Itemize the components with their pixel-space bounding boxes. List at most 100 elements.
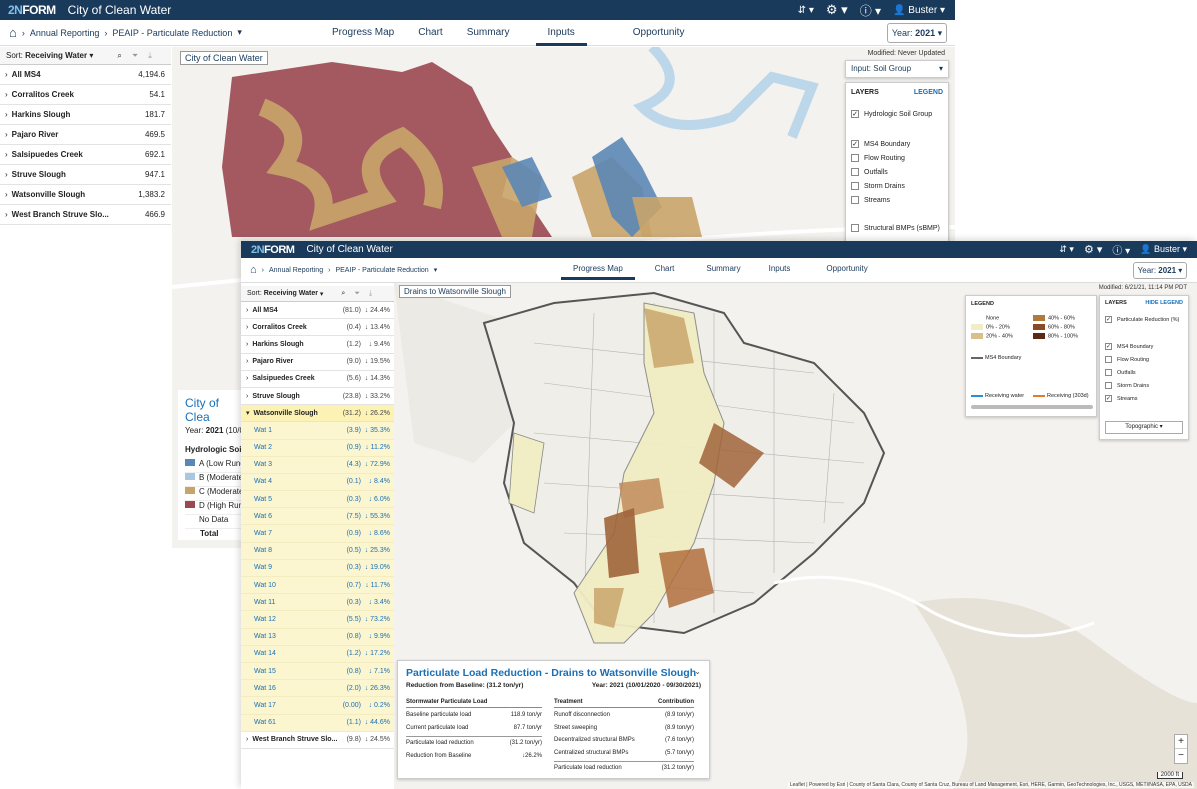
list-item[interactable]: ▾ Watsonville Slough (31.2) ↓ 26.2% <box>241 405 394 423</box>
gear-icon[interactable]: ⚙ ▾ <box>826 2 848 18</box>
zoom-in-button[interactable]: + <box>1175 735 1187 749</box>
sort-icon[interactable]: ⇵ ▾ <box>798 5 814 16</box>
layer-toggle[interactable]: ✓ Streams <box>1105 395 1183 402</box>
basemap-select[interactable]: Topographic ▾ <box>1105 421 1183 434</box>
list-item[interactable]: Wat 2 (0.9) ↓ 11.2% <box>241 439 394 457</box>
breadcrumb-peaip[interactable]: PEAIP - Particulate Reduction <box>335 267 428 274</box>
input-select-panel[interactable]: Input: Soil Group ▾ <box>845 60 949 78</box>
legend-scrollbar[interactable] <box>971 405 1093 409</box>
checkbox[interactable] <box>851 154 859 162</box>
layer-toggle[interactable]: Outfalls <box>851 168 943 176</box>
layer-toggle[interactable]: ✓ Hydrologic Soil Group <box>851 110 943 118</box>
tab-chart[interactable]: Chart <box>643 264 687 280</box>
list-item[interactable]: › Watsonville Slough 1,383.2 <box>0 185 171 205</box>
layer-toggle[interactable]: ✓ MS4 Boundary <box>851 140 943 148</box>
tab-summary[interactable]: Summary <box>455 27 522 46</box>
list-item[interactable]: › Struve Slough (23.8) ↓ 33.2% <box>241 388 394 406</box>
tab-inputs[interactable]: Inputs <box>757 264 803 280</box>
home-icon[interactable]: ⌂ <box>250 264 257 276</box>
checkbox[interactable]: ✓ <box>1105 395 1112 402</box>
tab-opportunity[interactable]: Opportunity <box>621 27 697 46</box>
chevron-down-icon[interactable]: ⌄ <box>694 667 701 676</box>
list-item[interactable]: Wat 9 (0.3) ↓ 19.0% <box>241 559 394 577</box>
list-item[interactable]: › West Branch Struve Slo... (9.8) ↓ 24.5% <box>241 732 394 749</box>
filter-icon[interactable]: ⏷ <box>354 290 360 298</box>
tab-inputs[interactable]: Inputs <box>535 27 587 46</box>
checkbox[interactable] <box>851 182 859 190</box>
checkbox[interactable]: ✓ <box>851 140 859 148</box>
checkbox[interactable]: ✓ <box>1105 343 1112 350</box>
sort-select[interactable]: Receiving Water <box>25 51 87 60</box>
list-item[interactable]: Wat 11 (0.3) ↓ 3.4% <box>241 594 394 612</box>
list-item[interactable]: Wat 3 (4.3) ↓ 72.9% <box>241 456 394 474</box>
help-icon[interactable]: ⓘ ▾ <box>1112 242 1130 257</box>
filter-icon[interactable]: ⏷ <box>132 51 138 61</box>
download-icon[interactable]: ⤓ <box>369 290 372 298</box>
list-item[interactable]: › Corralitos Creek 54.1 <box>0 85 171 105</box>
list-item[interactable]: › All MS4 (81.0) ↓ 24.4% <box>241 302 394 320</box>
layer-toggle[interactable]: Structural BMPs (sBMP) <box>851 224 943 232</box>
list-item[interactable]: › Struve Slough 947.1 <box>0 165 171 185</box>
search-icon[interactable]: ⌕ <box>341 290 345 298</box>
list-item[interactable]: Wat 15 (0.8) ↓ 7.1% <box>241 662 394 681</box>
checkbox[interactable] <box>851 168 859 176</box>
checkbox[interactable] <box>1105 369 1112 376</box>
list-item[interactable]: › All MS4 4,194.6 <box>0 65 171 85</box>
checkbox[interactable] <box>1105 356 1112 363</box>
list-item[interactable]: › Corralitos Creek (0.4) ↓ 13.4% <box>241 319 394 337</box>
help-icon[interactable]: ⓘ ▾ <box>860 2 881 19</box>
list-item[interactable]: Wat 7 (0.9) ↓ 8.6% <box>241 525 394 543</box>
list-item[interactable]: Wat 10 (0.7) ↓ 11.7% <box>241 577 394 595</box>
download-icon[interactable]: ⤓ <box>148 51 152 61</box>
list-item[interactable]: › Pajaro River (9.0) ↓ 19.5% <box>241 354 394 371</box>
list-item[interactable]: Wat 6 (7.5) ↓ 55.3% <box>241 508 394 526</box>
layer-toggle[interactable]: Storm Drains <box>1105 382 1183 389</box>
list-item[interactable]: Wat 8 (0.5) ↓ 25.3% <box>241 542 394 560</box>
list-item[interactable]: Wat 14 (1.2) ↓ 17.2% <box>241 645 394 663</box>
layer-toggle[interactable]: ✓ MS4 Boundary <box>1105 343 1183 350</box>
list-item[interactable]: Wat 1 (3.9) ↓ 35.3% <box>241 422 394 440</box>
app-logo[interactable]: 2NFORM <box>8 3 56 17</box>
home-icon[interactable]: ⌂ <box>9 25 17 40</box>
tab-opportunity[interactable]: Opportunity <box>814 264 879 280</box>
year-select[interactable]: Year: 2021 ▾ <box>887 23 947 43</box>
list-item[interactable]: Wat 16 (2.0) ↓ 26.3% <box>241 680 394 698</box>
layer-toggle[interactable]: Flow Routing <box>1105 356 1183 363</box>
list-item[interactable]: Wat 13 (0.8) ↓ 9.9% <box>241 628 394 646</box>
checkbox[interactable] <box>1105 382 1112 389</box>
list-item[interactable]: Wat 61 (1.1) ↓ 44.6% <box>241 714 394 732</box>
breadcrumb-annual-reporting[interactable]: Annual Reporting <box>269 267 323 274</box>
list-item[interactable]: › Harkins Slough 181.7 <box>0 105 171 125</box>
gear-icon[interactable]: ⚙ ▾ <box>1084 243 1102 256</box>
list-item[interactable]: › Pajaro River 469.5 <box>0 125 171 145</box>
app-logo[interactable]: 2NFORM <box>251 244 295 256</box>
legend-link[interactable]: LEGEND <box>914 89 943 96</box>
layer-toggle[interactable]: Outfalls <box>1105 369 1183 376</box>
checkbox[interactable]: ✓ <box>851 110 859 118</box>
list-item[interactable]: Wat 12 (5.5) ↓ 73.2% <box>241 611 394 629</box>
tab-progress-map[interactable]: Progress Map <box>561 264 635 280</box>
checkbox[interactable]: ✓ <box>1105 316 1112 323</box>
layer-toggle[interactable]: Flow Routing <box>851 154 943 162</box>
tab-summary[interactable]: Summary <box>694 264 752 280</box>
hide-legend-link[interactable]: HIDE LEGEND <box>1145 300 1183 306</box>
layer-toggle[interactable]: ✓ Particulate Reduction (%) <box>1105 316 1183 323</box>
breadcrumb-peaip[interactable]: PEAIP - Particulate Reduction <box>112 28 232 38</box>
layer-toggle[interactable]: Storm Drains <box>851 182 943 190</box>
breadcrumb-annual-reporting[interactable]: Annual Reporting <box>30 28 100 38</box>
list-item[interactable]: › Salsipuedes Creek 692.1 <box>0 145 171 165</box>
user-menu[interactable]: 👤 Buster ▾ <box>1140 244 1187 255</box>
list-item[interactable]: Wat 5 (0.3) ↓ 6.0% <box>241 491 394 509</box>
list-item[interactable]: › Salsipuedes Creek (5.6) ↓ 14.3% <box>241 371 394 388</box>
year-select[interactable]: Year: 2021 ▾ <box>1133 262 1187 279</box>
list-item[interactable]: › Harkins Slough (1.2) ↓ 9.4% <box>241 336 394 354</box>
sort-icon[interactable]: ⇵ ▾ <box>1059 244 1074 255</box>
user-menu[interactable]: 👤 Buster ▾ <box>893 5 945 16</box>
checkbox[interactable] <box>851 224 859 232</box>
layer-toggle[interactable]: Streams <box>851 196 943 204</box>
chevron-down-icon[interactable]: ▾ <box>237 27 242 38</box>
list-item[interactable]: Wat 4 (0.1) ↓ 8.4% <box>241 473 394 492</box>
tab-chart[interactable]: Chart <box>406 27 454 46</box>
chevron-down-icon[interactable]: ▾ <box>434 266 438 274</box>
checkbox[interactable] <box>851 196 859 204</box>
